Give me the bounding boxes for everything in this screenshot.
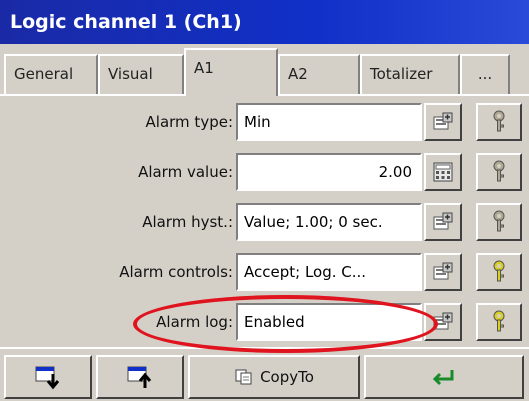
alarm-type-row: Alarm type: Min (0, 101, 529, 143)
alarm-hyst-label: Alarm hyst.: (142, 213, 233, 231)
window-title: Logic channel 1 (Ch1) (0, 0, 529, 44)
alarm-value-keypad-button[interactable] (424, 153, 462, 191)
alarm-type-field[interactable]: Min (236, 103, 422, 141)
move-down-button[interactable] (4, 355, 92, 399)
key-icon (493, 110, 505, 132)
alarm-log-row: Alarm log: Enabled (0, 301, 529, 343)
alarm-type-label: Alarm type: (145, 113, 233, 131)
key-icon (493, 310, 505, 332)
enter-icon (432, 370, 454, 386)
tab-totalizer[interactable]: Totalizer (360, 54, 460, 94)
alarm-controls-field[interactable]: Accept; Log. C... (236, 253, 422, 291)
move-down-icon (35, 366, 60, 390)
alarm-hyst-row: Alarm hyst.: Value; 1.00; 0 sec. (0, 201, 529, 243)
move-up-icon (127, 366, 152, 388)
copy-icon (235, 369, 252, 385)
tab-bar: General Visual A1 A2 Totalizer ... (0, 44, 529, 96)
copyto-label: CopyTo (260, 368, 314, 386)
alarm-type-help-button[interactable] (476, 103, 522, 141)
list-edit-icon (433, 112, 453, 130)
list-edit-icon (433, 262, 453, 280)
alarm-value-field[interactable]: 2.00 (236, 153, 422, 191)
tab-a1[interactable]: A1 (184, 48, 278, 96)
tab-a2[interactable]: A2 (278, 54, 360, 94)
move-up-button[interactable] (96, 355, 184, 399)
key-icon (493, 210, 505, 232)
alarm-hyst-field[interactable]: Value; 1.00; 0 sec. (236, 203, 422, 241)
alarm-hyst-edit-button[interactable] (424, 203, 462, 241)
list-edit-icon (433, 312, 453, 330)
alarm-controls-edit-button[interactable] (424, 253, 462, 291)
tab-visual[interactable]: Visual (98, 54, 184, 94)
key-icon (493, 160, 505, 182)
bottom-toolbar: CopyTo (0, 347, 529, 401)
alarm-value-row: Alarm value: 2.00 (0, 151, 529, 193)
tab-general[interactable]: General (4, 54, 98, 94)
alarm-log-edit-button[interactable] (424, 303, 462, 341)
alarm-controls-label: Alarm controls: (119, 263, 233, 281)
key-icon (493, 260, 505, 282)
alarm-log-help-button[interactable] (476, 303, 522, 341)
alarm-hyst-help-button[interactable] (476, 203, 522, 241)
alarm-controls-row: Alarm controls: Accept; Log. C... (0, 251, 529, 293)
dialog-window: Logic channel 1 (Ch1) General Visual A1 … (0, 0, 529, 401)
alarm-value-help-button[interactable] (476, 153, 522, 191)
tab-more[interactable]: ... (460, 54, 510, 94)
alarm-value-label: Alarm value: (138, 163, 233, 181)
enter-button[interactable] (364, 355, 524, 399)
list-edit-icon (433, 212, 453, 230)
alarm-log-label: Alarm log: (156, 313, 233, 331)
alarm-controls-help-button[interactable] (476, 253, 522, 291)
keypad-icon (433, 162, 453, 182)
alarm-type-edit-button[interactable] (424, 103, 462, 141)
alarm-log-field[interactable]: Enabled (236, 303, 422, 341)
copyto-button[interactable]: CopyTo (188, 355, 360, 399)
settings-panel: Alarm type: Min Alarm value: 2.00 Alarm … (0, 96, 529, 346)
